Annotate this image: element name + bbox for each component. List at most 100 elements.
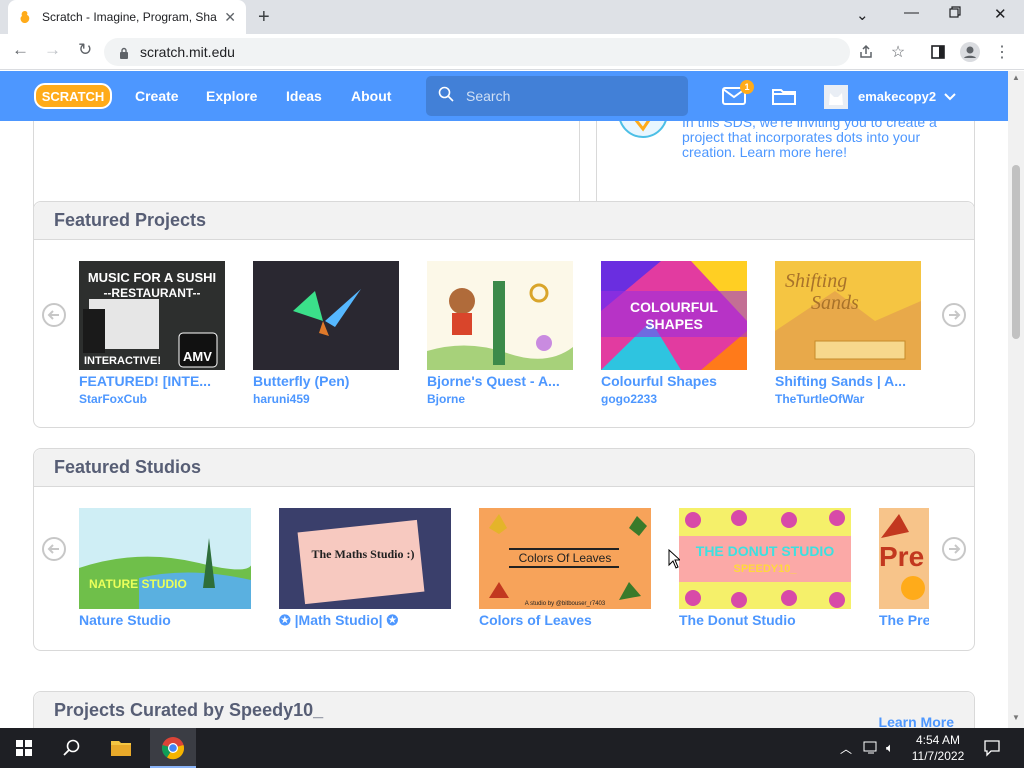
- nav-about[interactable]: About: [351, 88, 391, 104]
- project-author[interactable]: haruni459: [253, 392, 310, 406]
- project-card[interactable]: MUSIC FOR A SUSHI --RESTAURANT-- INTERAC…: [79, 261, 225, 406]
- nav-ideas[interactable]: Ideas: [286, 88, 322, 104]
- nav-explore[interactable]: Explore: [206, 88, 257, 104]
- carousel-right-arrow-icon[interactable]: [942, 537, 966, 561]
- tray-chevron-up-icon[interactable]: ︿: [840, 740, 852, 757]
- studio-thumbnail[interactable]: The Maths Studio :): [279, 508, 451, 609]
- browser-toolbar: ← → ↻ scratch.mit.edu ☆ ⋮: [0, 34, 1024, 70]
- scratch-navbar: SCRATCH Create Explore Ideas About Searc…: [0, 71, 1008, 121]
- share-icon[interactable]: [856, 42, 876, 62]
- chevron-down-icon[interactable]: [944, 89, 956, 107]
- studio-thumbnail[interactable]: NATURE STUDIO: [79, 508, 251, 609]
- studio-title[interactable]: ✪ |Math Studio| ✪: [279, 612, 451, 629]
- close-window-icon[interactable]: ✕: [994, 5, 1007, 23]
- svg-text:The Maths Studio :): The Maths Studio :): [311, 547, 414, 561]
- svg-text:SPEEDY10_: SPEEDY10_: [734, 563, 798, 575]
- curated-projects-section: Projects Curated by Speedy10_ Learn More: [33, 691, 975, 728]
- clock-time[interactable]: 4:54 AM: [908, 733, 968, 747]
- project-thumbnail[interactable]: Shifting Sands: [775, 261, 921, 370]
- windows-taskbar: ︿ 🔈︎ 4:54 AM 11/7/2022: [0, 728, 1024, 768]
- scroll-down-icon[interactable]: ▼: [1012, 713, 1020, 722]
- svg-text:Shifting: Shifting: [785, 270, 847, 292]
- message-count-badge: 1: [740, 80, 754, 94]
- search-input[interactable]: Search: [426, 76, 688, 116]
- nav-create[interactable]: Create: [135, 88, 179, 104]
- project-author[interactable]: TheTurtleOfWar: [775, 392, 864, 406]
- studio-card[interactable]: The Maths Studio :) ✪ |Math Studio| ✪: [279, 508, 451, 628]
- volume-icon[interactable]: 🔈︎: [886, 740, 894, 756]
- project-author[interactable]: Bjorne: [427, 392, 465, 406]
- menu-kebab-icon[interactable]: ⋮: [992, 42, 1012, 62]
- studio-thumbnail[interactable]: Colors Of Leaves A studio by @bitbouser_…: [479, 508, 651, 609]
- windows-start-icon[interactable]: [16, 740, 32, 761]
- clock-date[interactable]: 11/7/2022: [908, 749, 968, 763]
- minimize-icon[interactable]: —: [904, 4, 919, 21]
- studio-title[interactable]: The Pre: [879, 612, 929, 628]
- carousel-left-arrow-icon[interactable]: [42, 537, 66, 561]
- notifications-icon[interactable]: [983, 739, 1001, 762]
- project-author[interactable]: gogo2233: [601, 392, 657, 406]
- lock-icon: [118, 46, 130, 59]
- project-title[interactable]: Butterfly (Pen): [253, 373, 399, 389]
- project-thumbnail[interactable]: [427, 261, 573, 370]
- file-explorer-icon[interactable]: [110, 738, 132, 763]
- svg-text:AMV: AMV: [183, 349, 212, 364]
- network-icon[interactable]: [863, 741, 879, 760]
- learn-more-link[interactable]: Learn More: [879, 704, 954, 728]
- studio-title[interactable]: The Donut Studio: [679, 612, 851, 628]
- tab-title: Scratch - Imagine, Program, Sha: [42, 10, 217, 24]
- project-title[interactable]: FEATURED! [INTE...: [79, 373, 225, 389]
- project-author[interactable]: StarFoxCub: [79, 392, 147, 406]
- search-placeholder: Search: [466, 88, 511, 104]
- project-thumbnail[interactable]: COLOURFUL SHAPES: [601, 261, 747, 370]
- studio-thumbnail[interactable]: THE DONUT STUDIO SPEEDY10_: [679, 508, 851, 609]
- project-title[interactable]: Shifting Sands | A...: [775, 373, 921, 389]
- studio-thumbnail[interactable]: Pre: [879, 508, 929, 609]
- sds-description[interactable]: In this SDS, we're inviting you to creat…: [682, 115, 952, 160]
- project-card[interactable]: Shifting Sands Shifting Sands | A... The…: [775, 261, 921, 406]
- profile-icon[interactable]: [960, 42, 980, 62]
- project-card[interactable]: COLOURFUL SHAPES Colourful Shapes gogo22…: [601, 261, 747, 406]
- new-tab-icon[interactable]: +: [258, 6, 270, 29]
- scroll-up-icon[interactable]: ▲: [1012, 73, 1020, 82]
- forward-icon[interactable]: →: [44, 40, 61, 60]
- scrollbar-thumb[interactable]: [1012, 165, 1020, 339]
- scratch-logo[interactable]: SCRATCH: [34, 82, 112, 110]
- project-title[interactable]: Bjorne's Quest - A...: [427, 373, 573, 389]
- user-avatar[interactable]: [824, 85, 848, 109]
- bookmark-star-icon[interactable]: ☆: [888, 42, 908, 62]
- project-card[interactable]: Butterfly (Pen) haruni459: [253, 261, 399, 406]
- studio-card[interactable]: NATURE STUDIO Nature Studio: [79, 508, 251, 628]
- studio-title[interactable]: Colors of Leaves: [479, 612, 651, 628]
- project-title[interactable]: Colourful Shapes: [601, 373, 747, 389]
- search-taskbar-icon[interactable]: [63, 739, 81, 762]
- chrome-taskbar-button[interactable]: [150, 728, 196, 768]
- project-thumbnail[interactable]: MUSIC FOR A SUSHI --RESTAURANT-- INTERAC…: [79, 261, 225, 370]
- svg-text:INTERACTIVE!: INTERACTIVE!: [84, 355, 161, 367]
- restore-icon[interactable]: [949, 5, 961, 22]
- carousel-right-arrow-icon[interactable]: [942, 303, 966, 327]
- reload-icon[interactable]: ↻: [78, 40, 92, 60]
- side-panel-icon[interactable]: [928, 42, 948, 62]
- username-label[interactable]: emakecopy2: [858, 89, 936, 104]
- svg-text:SCRATCH: SCRATCH: [42, 89, 105, 104]
- project-card[interactable]: Bjorne's Quest - A... Bjorne: [427, 261, 573, 406]
- featured-projects-section: Featured Projects MUSIC FOR A SUSHI --RE…: [33, 201, 975, 428]
- project-thumbnail[interactable]: [253, 261, 399, 370]
- studio-title[interactable]: Nature Studio: [79, 612, 251, 628]
- studio-card[interactable]: Colors Of Leaves A studio by @bitbouser_…: [479, 508, 651, 628]
- studio-card[interactable]: THE DONUT STUDIO SPEEDY10_ The Donut Stu…: [679, 508, 851, 628]
- url-text: scratch.mit.edu: [140, 44, 235, 60]
- curated-projects-title: Projects Curated by Speedy10_ Learn More: [34, 692, 974, 728]
- address-bar[interactable]: scratch.mit.edu: [104, 38, 850, 66]
- svg-text:SHAPES: SHAPES: [645, 316, 703, 332]
- page-scrollbar[interactable]: ▲ ▼: [1008, 71, 1024, 728]
- my-stuff-folder-icon[interactable]: [772, 87, 796, 110]
- carousel-left-arrow-icon[interactable]: [42, 303, 66, 327]
- back-icon[interactable]: ←: [12, 40, 29, 60]
- browser-tab[interactable]: Scratch - Imagine, Program, Sha ✕: [8, 0, 246, 34]
- scratch-favicon-icon: [18, 10, 32, 24]
- tab-search-icon[interactable]: ⌄: [856, 6, 869, 24]
- studio-card[interactable]: Pre The Pre: [879, 508, 929, 632]
- close-tab-icon[interactable]: ✕: [224, 9, 236, 26]
